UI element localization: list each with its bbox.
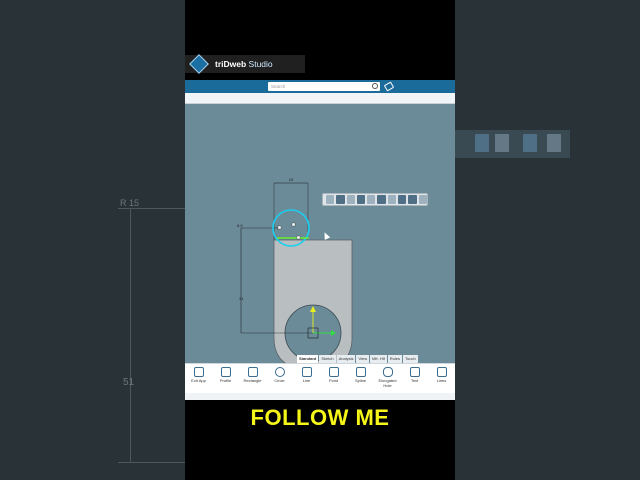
text-label: Text [410, 378, 419, 383]
tab-rules[interactable]: Rules [387, 355, 402, 363]
profile-icon [220, 367, 231, 377]
exit-icon [193, 367, 204, 377]
toolbar-tool-5-icon[interactable] [367, 195, 376, 204]
toolbar-tool-8-icon[interactable] [398, 195, 407, 204]
video-panel: triDweb Studio Search 10 31 8.0 Standard… [185, 0, 455, 480]
ghost-line-bottom [118, 462, 185, 463]
point-label: Point [328, 378, 339, 383]
toolbar-tool-10-icon[interactable] [418, 195, 427, 204]
dim-small-label: 8.0 [237, 223, 243, 228]
toolbar-tool-1-icon[interactable] [326, 195, 335, 204]
handle-2 [291, 222, 296, 227]
spline-label: Spline [354, 378, 367, 383]
tab-analysis[interactable]: Analysis [336, 355, 356, 363]
profile-label: Profile [219, 378, 232, 383]
tab-sketch[interactable]: Sketch [319, 355, 336, 363]
tab-mfr[interactable]: Mfr. Hlf [370, 355, 387, 363]
dim-height-label: 31 [239, 296, 244, 301]
elongated-hole-button[interactable]: Elongated Hole [374, 364, 401, 392]
rectangle-button[interactable]: Rectangle [239, 364, 266, 392]
toolbar-tool-9-icon[interactable] [408, 195, 417, 204]
cad-app-window: Search 10 31 8.0 Standard Sketch Analysi… [185, 80, 455, 400]
circle-icon [274, 367, 285, 377]
lines-label: Lines [436, 378, 447, 383]
lines-icon [436, 367, 447, 377]
status-strip [185, 393, 455, 400]
spline-icon [355, 367, 366, 377]
floating-toolbar [322, 193, 428, 206]
ribbon-tabs: Standard Sketch Analysis View Mfr. Hlf R… [297, 355, 418, 363]
brand-bar: triDweb Studio [185, 54, 305, 74]
toolbar-tool-7-icon[interactable] [387, 195, 397, 204]
rectangle-icon [247, 367, 258, 377]
elongated-hole-label: Elongated Hole [378, 378, 397, 388]
text-icon [409, 367, 420, 377]
profile-button[interactable]: Profile [212, 364, 239, 392]
ghost-radius-label: R 15 [120, 198, 140, 208]
circle-button[interactable]: Circle [266, 364, 293, 392]
brand-name: triDweb Studio [215, 59, 273, 69]
ghost-line-vertical [130, 208, 131, 463]
tab-standard[interactable]: Standard [297, 355, 319, 363]
exit-app-button[interactable]: Exit App [185, 364, 212, 392]
ghost-tool-4 [547, 134, 561, 152]
ghost-line-top [118, 208, 185, 209]
ghost-tool-3 [523, 134, 537, 152]
line-label: Line [302, 378, 311, 383]
follow-me-caption: FOLLOW ME [250, 405, 390, 430]
slot-icon [382, 367, 393, 377]
toolbar-tool-4-icon[interactable] [356, 195, 366, 204]
right-background [455, 0, 640, 480]
tridweb-logo-icon [189, 54, 209, 74]
ghost-tool-2 [495, 134, 509, 152]
ghost-value-label: 51 [123, 377, 135, 388]
point-icon [328, 367, 339, 377]
tab-touch[interactable]: Touch [403, 355, 418, 363]
tab-view[interactable]: View [356, 355, 370, 363]
rectangle-label: Rectangle [243, 378, 262, 383]
line-button[interactable]: Line [293, 364, 320, 392]
line-icon [301, 367, 312, 377]
exit-app-label: Exit App [191, 378, 206, 383]
point-button[interactable]: Point [320, 364, 347, 392]
toolbar-tool-2-icon[interactable] [336, 195, 345, 204]
handle-3 [296, 235, 301, 240]
spline-button[interactable]: Spline [347, 364, 374, 392]
left-background: R 15 51 [0, 0, 185, 480]
circle-label: Circle [274, 378, 285, 383]
text-button[interactable]: Text [401, 364, 428, 392]
ghost-tool-1 [475, 134, 489, 152]
ribbon-toolbar: Exit App Profile Rectangle Circle Line P… [185, 363, 455, 394]
sketch-canvas[interactable]: 10 31 8.0 [185, 80, 455, 400]
toolbar-tool-3-icon[interactable] [346, 195, 355, 204]
dim-width-label: 10 [289, 177, 294, 182]
lines-button[interactable]: Lines [428, 364, 455, 392]
handle-1 [277, 225, 282, 230]
toolbar-tool-6-icon[interactable] [377, 195, 386, 204]
